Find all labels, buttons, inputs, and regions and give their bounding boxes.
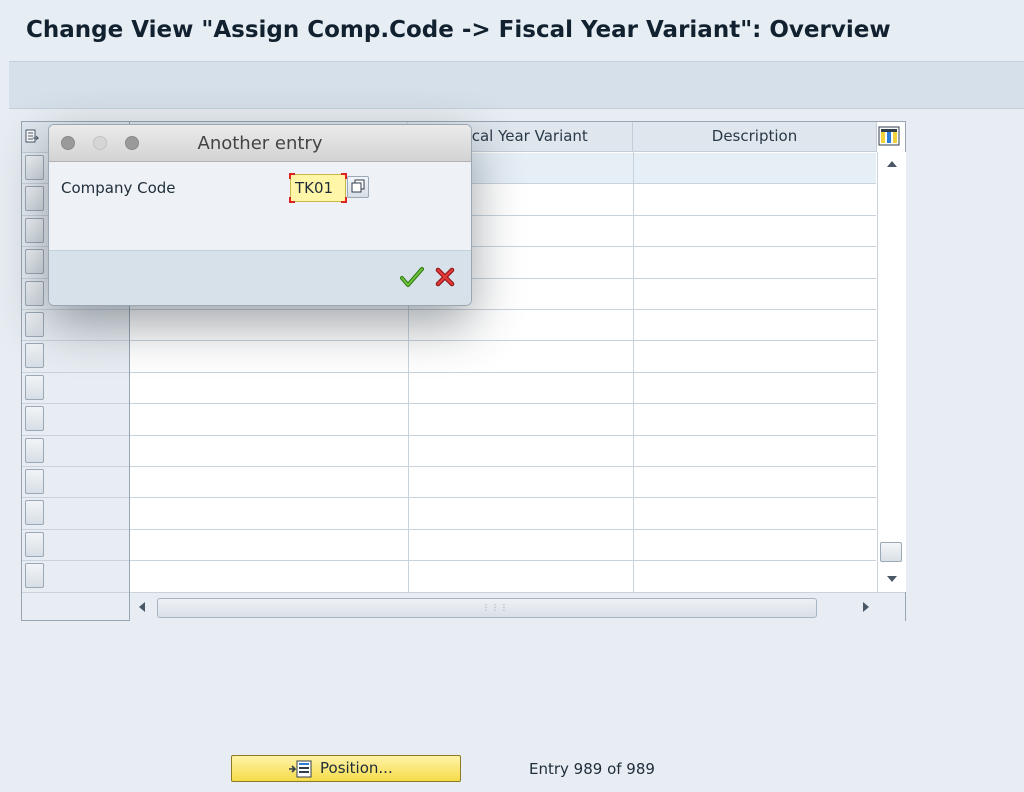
row-selector-button[interactable] <box>25 186 44 212</box>
table-row <box>130 528 876 530</box>
focus-corner <box>289 173 295 179</box>
row-divider <box>22 591 129 593</box>
scroll-down-icon[interactable] <box>887 576 897 582</box>
row-selector-button[interactable] <box>25 406 44 432</box>
page-title: Change View "Assign Comp.Code -> Fiscal … <box>0 0 1024 60</box>
table-row <box>130 371 876 373</box>
value-help-button[interactable] <box>347 176 369 198</box>
scroll-right-icon[interactable] <box>863 602 869 612</box>
row-selector-button[interactable] <box>25 374 44 400</box>
focus-corner <box>289 197 295 203</box>
row-divider <box>22 497 129 499</box>
company-code-input[interactable]: TK01 <box>290 174 346 202</box>
scroll-left-icon[interactable] <box>139 602 145 612</box>
another-entry-dialog: Another entry Company Code TK01 <box>48 124 472 306</box>
dialog-titlebar[interactable]: Another entry <box>49 125 471 162</box>
row-selector-button[interactable] <box>25 249 44 275</box>
table-row <box>130 340 876 342</box>
position-button[interactable]: Position... <box>231 755 461 782</box>
value-help-icon <box>351 179 365 193</box>
row-selector-button[interactable] <box>25 217 44 243</box>
table-row <box>130 309 876 310</box>
focus-corner <box>341 197 347 203</box>
column-header-description[interactable]: Description <box>633 122 877 152</box>
row-selector-button[interactable] <box>25 563 44 589</box>
row-divider <box>22 434 129 436</box>
dialog-title: Another entry <box>197 133 323 154</box>
scroll-track[interactable]: ⋮⋮⋮ <box>157 598 817 618</box>
table-row <box>130 434 876 436</box>
scroll-thumb[interactable] <box>880 542 902 562</box>
table-row <box>130 497 876 499</box>
row-divider <box>22 560 129 562</box>
row-divider <box>22 309 129 310</box>
row-selector-button[interactable] <box>25 437 44 463</box>
row-selector-button[interactable] <box>25 343 44 369</box>
table-row <box>130 591 876 593</box>
row-divider <box>22 340 129 342</box>
column-settings-icon[interactable] <box>878 126 900 146</box>
row-selector-button[interactable] <box>25 469 44 494</box>
table-row <box>130 403 876 405</box>
position-icon <box>289 760 312 778</box>
row-selector-button[interactable] <box>25 280 44 306</box>
grip-icon: ⋮⋮⋮ <box>482 603 509 612</box>
table-row <box>130 560 876 562</box>
green-checkmark-icon[interactable] <box>399 265 425 289</box>
row-selector-button[interactable] <box>25 155 44 180</box>
red-x-icon[interactable] <box>433 265 457 289</box>
vertical-scrollbar[interactable] <box>877 152 906 592</box>
select-all-icon[interactable] <box>25 129 39 143</box>
row-selector-button[interactable] <box>25 531 44 557</box>
scroll-up-icon[interactable] <box>887 161 897 167</box>
application-toolbar <box>9 61 1024 109</box>
horizontal-scrollbar[interactable]: ⋮⋮⋮ <box>130 592 905 621</box>
row-divider <box>22 371 129 373</box>
row-divider <box>22 403 129 405</box>
row-divider <box>22 528 129 530</box>
row-selector-button[interactable] <box>25 500 44 526</box>
company-code-label: Company Code <box>61 179 176 197</box>
position-button-label: Position... <box>320 759 393 777</box>
table-row <box>130 466 876 467</box>
row-selector-button[interactable] <box>25 312 44 337</box>
row-divider <box>22 466 129 467</box>
entry-counter: Entry 989 of 989 <box>529 760 655 778</box>
dialog-body: Company Code TK01 <box>49 162 471 250</box>
